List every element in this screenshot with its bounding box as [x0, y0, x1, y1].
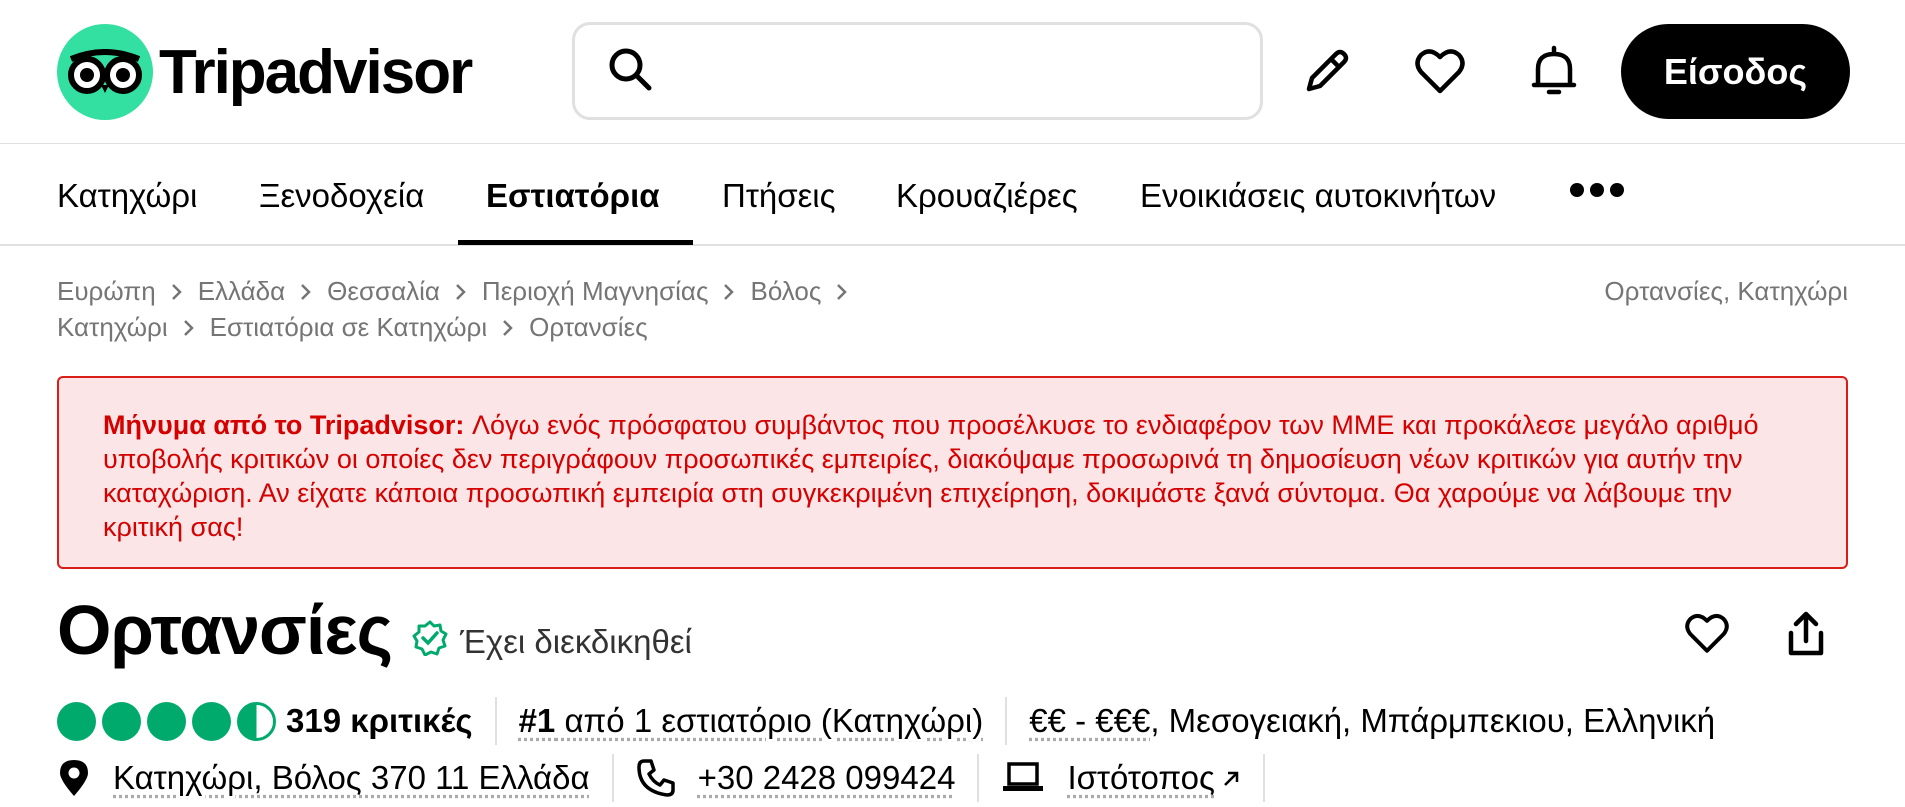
address-link[interactable]: Κατηχώρι, Βόλος 370 11 Ελλάδα: [113, 759, 590, 797]
alert-prefix: Μήνυμα από το Tripadvisor:: [103, 410, 465, 440]
rating-bubbles[interactable]: [57, 701, 276, 741]
chevron-right-icon: [454, 282, 468, 302]
search-icon: [607, 46, 653, 97]
share-icon[interactable]: [1776, 604, 1836, 664]
breadcrumb: Ευρώπη Ελλάδα Θεσσαλία Περιοχή Μαγνησίας…: [57, 276, 863, 307]
rank-number: #1: [518, 702, 556, 739]
price-range-link[interactable]: €€ - €€€: [1029, 702, 1150, 740]
chevron-right-icon: [501, 318, 515, 338]
save-heart-icon[interactable]: [1677, 604, 1737, 664]
map-pin-icon: [57, 758, 91, 798]
website-link[interactable]: Ιστότοπος: [1067, 759, 1240, 797]
more-dots-icon[interactable]: [1570, 183, 1624, 197]
rank-text: από 1 εστιατόριο (Κατηχώρι): [555, 702, 984, 739]
tripadvisor-logo[interactable]: Tripadvisor: [57, 24, 473, 120]
breadcrumb-item[interactable]: Θεσσαλία: [327, 276, 440, 307]
logo-wordmark: Tripadvisor: [159, 37, 473, 107]
claimed-label: Έχει διεκδικηθεί: [460, 623, 692, 660]
nav-item-location[interactable]: Κατηχώρι: [57, 145, 197, 246]
nav-item-cruises[interactable]: Κρουαζιέρες: [896, 145, 1078, 246]
breadcrumb: Κατηχώρι Εστιατόρια σε Κατηχώρι Ορτανσίε…: [57, 312, 648, 343]
phone-link[interactable]: +30 2428 099424: [698, 759, 956, 797]
site-header: Tripadvisor Είσοδος: [0, 0, 1905, 144]
chevron-right-icon: [722, 282, 736, 302]
bell-icon[interactable]: [1522, 40, 1586, 104]
cuisines-text: , Μεσογειακή, Μπάρμπεκιου, Ελληνική: [1150, 702, 1716, 739]
active-tab-underline: [458, 240, 693, 245]
breadcrumb-item[interactable]: Ελλάδα: [198, 276, 285, 307]
signin-button[interactable]: Είσοδος: [1621, 24, 1850, 119]
divider: [494, 697, 497, 745]
rating-bubble-full: [192, 701, 231, 741]
pencil-icon[interactable]: [1294, 40, 1358, 104]
chevron-right-icon: [170, 282, 184, 302]
nav-item-hotels[interactable]: Ξενοδοχεία: [259, 145, 424, 246]
nav-item-restaurants[interactable]: Εστιατόρια: [486, 145, 660, 246]
tripadvisor-notice-alert: Μήνυμα από το Tripadvisor: Λόγω ενός πρό…: [57, 376, 1848, 569]
breadcrumb-item[interactable]: Περιοχή Μαγνησίας: [482, 276, 709, 307]
contact-row: Κατηχώρι, Βόλος 370 11 Ελλάδα +30 2428 0…: [57, 752, 1287, 804]
search-input[interactable]: [673, 55, 1233, 87]
breadcrumb-item[interactable]: Ευρώπη: [57, 276, 156, 307]
nav-item-flights[interactable]: Πτήσεις: [722, 145, 836, 246]
chevron-right-icon: [299, 282, 313, 302]
rating-bubble-full: [147, 701, 186, 741]
rating-bubble-half: [237, 701, 276, 741]
verified-icon: [412, 620, 448, 664]
owl-logo-icon: [57, 24, 153, 120]
divider: [1262, 754, 1265, 802]
divider: [977, 754, 980, 802]
rating-bubble-full: [57, 701, 96, 741]
breadcrumb-item[interactable]: Βόλος: [750, 276, 821, 307]
reviews-count-link[interactable]: 319 κριτικές: [286, 702, 473, 740]
breadcrumb-item[interactable]: Εστιατόρια σε Κατηχώρι: [210, 312, 487, 343]
nav-item-car-rentals[interactable]: Ενοικιάσεις αυτοκινήτων: [1140, 145, 1496, 246]
restaurant-name: Ορτανσίες: [57, 591, 393, 669]
external-arrow-icon: [1221, 769, 1241, 789]
chevron-right-icon: [182, 318, 196, 338]
claimed-badge[interactable]: Έχει διεκδικηθεί: [412, 620, 692, 664]
breadcrumb-location-label: Ορτανσίες, Κατηχώρι: [1604, 276, 1848, 306]
phone-icon: [636, 758, 676, 798]
chevron-right-icon: [835, 282, 849, 302]
heart-icon[interactable]: [1408, 40, 1472, 104]
ranking-link[interactable]: #1 από 1 εστιατόριο (Κατηχώρι): [519, 702, 984, 740]
listing-summary-row: 319 κριτικές #1 από 1 εστιατόριο (Κατηχώ…: [57, 694, 1715, 748]
search-box[interactable]: [572, 22, 1263, 120]
breadcrumb-current: Ορτανσίες: [529, 312, 648, 342]
rating-bubble-full: [102, 701, 141, 741]
laptop-icon: [1001, 761, 1045, 795]
website-label: Ιστότοπος: [1067, 759, 1215, 796]
breadcrumb-item[interactable]: Κατηχώρι: [57, 312, 168, 343]
divider: [1005, 697, 1008, 745]
divider: [611, 754, 614, 802]
